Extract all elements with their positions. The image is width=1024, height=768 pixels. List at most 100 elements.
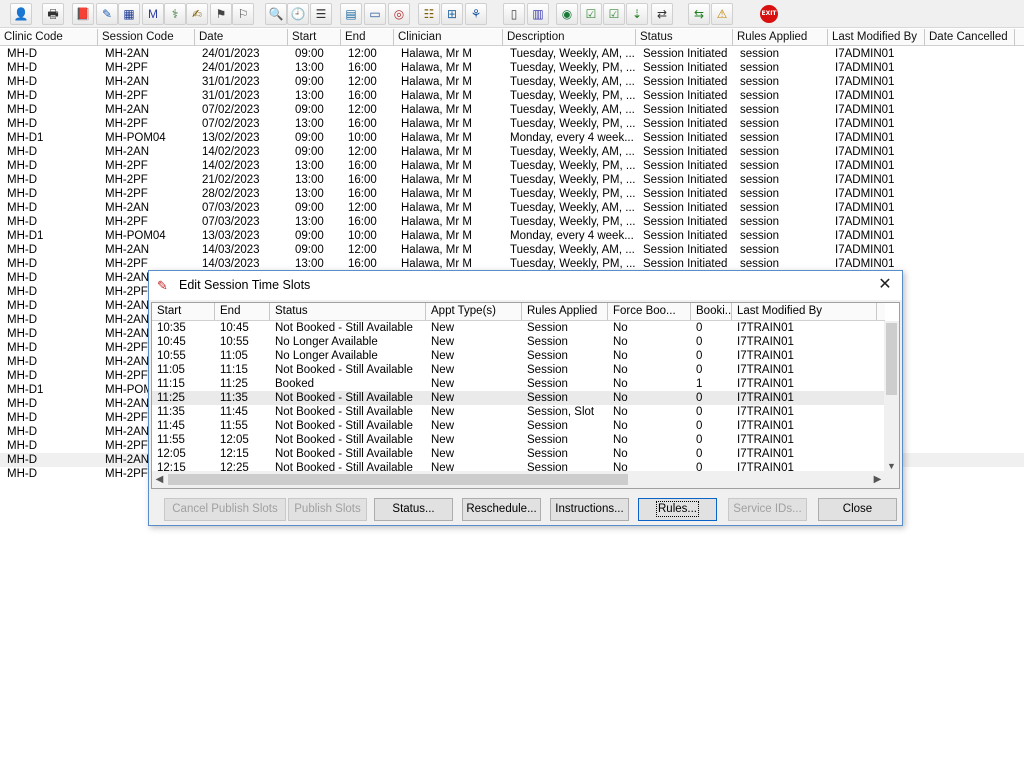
publish-slots-button[interactable]: Publish Slots xyxy=(288,498,367,521)
service-ids-button[interactable]: Service IDs... xyxy=(728,498,807,521)
table-row[interactable]: MH-D MH-2PF 24/01/2023 13:00 16:00 Halawa, Mr… xyxy=(0,61,1024,75)
book-icon[interactable]: 📕 xyxy=(72,3,94,25)
notes-icon[interactable]: ✍ xyxy=(186,3,208,25)
table-row[interactable]: MH-D MH-2AN 24/01/2023 09:00 12:00 Halawa, Mr… xyxy=(0,47,1024,61)
column-header[interactable]: Clinic Code xyxy=(0,29,98,46)
table-cell: session xyxy=(740,230,779,242)
column-header[interactable]: Rules Applied xyxy=(733,29,828,46)
table-row[interactable]: MH-D MH-2PF 31/01/2023 13:00 16:00 Halawa, Mr… xyxy=(0,89,1024,103)
list-item[interactable]: 10:45 10:55 No Longer Available New Session N… xyxy=(152,335,885,349)
column-header[interactable]: Session Code xyxy=(98,29,195,46)
list-item[interactable]: 10:55 11:05 No Longer Available New Session N… xyxy=(152,349,885,363)
column-header[interactable]: Date Cancelled xyxy=(925,29,1015,46)
scroll-right-icon[interactable]: ▶ xyxy=(870,471,885,488)
table-row[interactable]: MH-D MH-2PF 14/02/2023 13:00 16:00 Halawa, Mr… xyxy=(0,159,1024,173)
arrow-swap-icon[interactable]: ⇄ xyxy=(651,3,673,25)
exit-icon[interactable]: EXIT xyxy=(758,3,780,25)
table-cell: MH-D xyxy=(7,48,38,60)
column-header[interactable]: Status xyxy=(636,29,733,46)
page-icon[interactable]: ▯ xyxy=(503,3,525,25)
list-icon[interactable]: ☰ xyxy=(310,3,332,25)
chart-icon[interactable]: ▤ xyxy=(340,3,362,25)
list-item[interactable]: 11:35 11:45 Not Booked - Still Available Ne… xyxy=(152,405,885,419)
list-item[interactable]: 11:45 11:55 Not Booked - Still Available Ne… xyxy=(152,419,885,433)
vertical-scrollbar[interactable]: ▼ xyxy=(884,321,899,473)
arrow-down-icon[interactable]: ⇣ xyxy=(626,3,648,25)
transfer-icon[interactable]: ⇆ xyxy=(688,3,710,25)
dial-icon[interactable]: ◎ xyxy=(388,3,410,25)
list-item[interactable]: 11:55 12:05 Not Booked - Still Available Ne… xyxy=(152,433,885,447)
close-button[interactable]: Close xyxy=(818,498,897,521)
column-header[interactable]: End xyxy=(341,29,394,46)
list-item[interactable]: 12:05 12:15 Not Booked - Still Available Ne… xyxy=(152,447,885,461)
flag-icon[interactable]: ⚑ xyxy=(210,3,232,25)
table-row[interactable]: MH-D MH-2PF 21/02/2023 13:00 16:00 Halawa, Mr… xyxy=(0,173,1024,187)
nurse-icon[interactable]: ⚘ xyxy=(465,3,487,25)
horizontal-scroll-thumb[interactable] xyxy=(168,474,628,485)
checklist-icon[interactable]: ☑ xyxy=(580,3,602,25)
rules-button[interactable]: Rules... xyxy=(638,498,717,521)
table-row[interactable]: MH-D MH-2PF 14/03/2023 13:00 16:00 Halawa, Mr… xyxy=(0,257,1024,271)
printer-icon[interactable]: 🖶 xyxy=(42,3,64,25)
table-row[interactable]: MH-D1 MH-POM04 13/03/2023 09:00 10:00 Halawa,… xyxy=(0,229,1024,243)
search-doc-icon[interactable]: 🔍 xyxy=(265,3,287,25)
edit-icon[interactable]: ✎ xyxy=(96,3,118,25)
column-header[interactable]: Description xyxy=(503,29,636,46)
table-row[interactable]: MH-D MH-2PF 28/02/2023 13:00 16:00 Halawa, Mr… xyxy=(0,187,1024,201)
list-column-header[interactable]: Rules Applied xyxy=(522,303,608,320)
column-header[interactable]: Last Modified By xyxy=(828,29,925,46)
table-cell: 16:00 xyxy=(348,174,377,186)
table-row[interactable]: MH-D MH-2AN 31/01/2023 09:00 12:00 Halawa, Mr… xyxy=(0,75,1024,89)
list-column-header[interactable]: Appt Type(s) xyxy=(426,303,522,320)
horizontal-scrollbar[interactable]: ◀ ▶ xyxy=(152,471,885,488)
table-cell: 07/02/2023 xyxy=(202,104,260,116)
table-cell: Halawa, Mr M xyxy=(401,160,472,172)
list-column-header[interactable]: Start xyxy=(152,303,215,320)
clock-icon[interactable]: 🕘 xyxy=(287,3,309,25)
table-row[interactable]: MH-D MH-2AN 14/02/2023 09:00 12:00 Halawa, Mr… xyxy=(0,145,1024,159)
column-header[interactable]: Date xyxy=(195,29,288,46)
vertical-scroll-thumb[interactable] xyxy=(886,323,897,395)
memo-icon[interactable]: ☷ xyxy=(418,3,440,25)
list-column-header[interactable]: Last Modified By xyxy=(732,303,877,320)
list-column-header[interactable]: Force Boo... xyxy=(608,303,691,320)
card-icon[interactable]: ▭ xyxy=(364,3,386,25)
instructions-button[interactable]: Instructions... xyxy=(550,498,629,521)
checklist2-icon[interactable]: ☑ xyxy=(603,3,625,25)
bar-chart-icon[interactable]: ▥ xyxy=(527,3,549,25)
scroll-left-icon[interactable]: ◀ xyxy=(152,471,167,488)
table-cell: MH-D xyxy=(7,188,38,200)
list-item[interactable]: 10:35 10:45 Not Booked - Still Available Ne… xyxy=(152,321,885,335)
list-item[interactable]: 11:05 11:15 Not Booked - Still Available Ne… xyxy=(152,363,885,377)
table-cell: MH-D xyxy=(7,370,38,382)
globe-icon[interactable]: ◉ xyxy=(556,3,578,25)
list-item[interactable]: 11:25 11:35 Not Booked - Still Available Ne… xyxy=(152,391,885,405)
list-column-header[interactable]: End xyxy=(215,303,270,320)
flag2-icon[interactable]: ⚐ xyxy=(232,3,254,25)
column-header[interactable]: Start xyxy=(288,29,341,46)
reschedule-button[interactable]: Reschedule... xyxy=(462,498,541,521)
table-cell: MH-POM04 xyxy=(105,132,166,144)
table-row[interactable]: MH-D MH-2PF 07/03/2023 13:00 16:00 Halawa, Mr… xyxy=(0,215,1024,229)
table-row[interactable]: MH-D MH-2AN 07/03/2023 09:00 12:00 Halawa, Mr… xyxy=(0,201,1024,215)
list-column-header[interactable]: Status xyxy=(270,303,426,320)
list-cell: Session xyxy=(527,378,568,390)
doctor-icon[interactable]: ⚕ xyxy=(164,3,186,25)
mail-icon[interactable]: M xyxy=(142,3,164,25)
table-row[interactable]: MH-D MH-2AN 14/03/2023 09:00 12:00 Halawa, Mr… xyxy=(0,243,1024,257)
dialog-close-icon[interactable]: ✕ xyxy=(876,276,894,294)
cancel-publish-slots-button[interactable]: Cancel Publish Slots xyxy=(164,498,286,521)
list-item[interactable]: 11:15 11:25 Booked New Session No 1 I7TRAIN01 xyxy=(152,377,885,391)
table-row[interactable]: MH-D1 MH-POM04 13/02/2023 09:00 10:00 Halawa,… xyxy=(0,131,1024,145)
list-column-header[interactable]: Booki... xyxy=(691,303,732,320)
table-row[interactable]: MH-D MH-2AN 07/02/2023 09:00 12:00 Halawa, Mr… xyxy=(0,103,1024,117)
list-cell: I7TRAIN01 xyxy=(737,336,794,348)
column-header[interactable]: Clinician xyxy=(394,29,503,46)
status-button[interactable]: Status... xyxy=(374,498,453,521)
warning-icon[interactable]: ⚠ xyxy=(711,3,733,25)
bed-icon[interactable]: ⊞ xyxy=(441,3,463,25)
user-icon[interactable]: 👤 xyxy=(10,3,32,25)
table-icon[interactable]: ▦ xyxy=(118,3,140,25)
table-cell: MH-D xyxy=(7,146,38,158)
table-row[interactable]: MH-D MH-2PF 07/02/2023 13:00 16:00 Halawa, Mr… xyxy=(0,117,1024,131)
